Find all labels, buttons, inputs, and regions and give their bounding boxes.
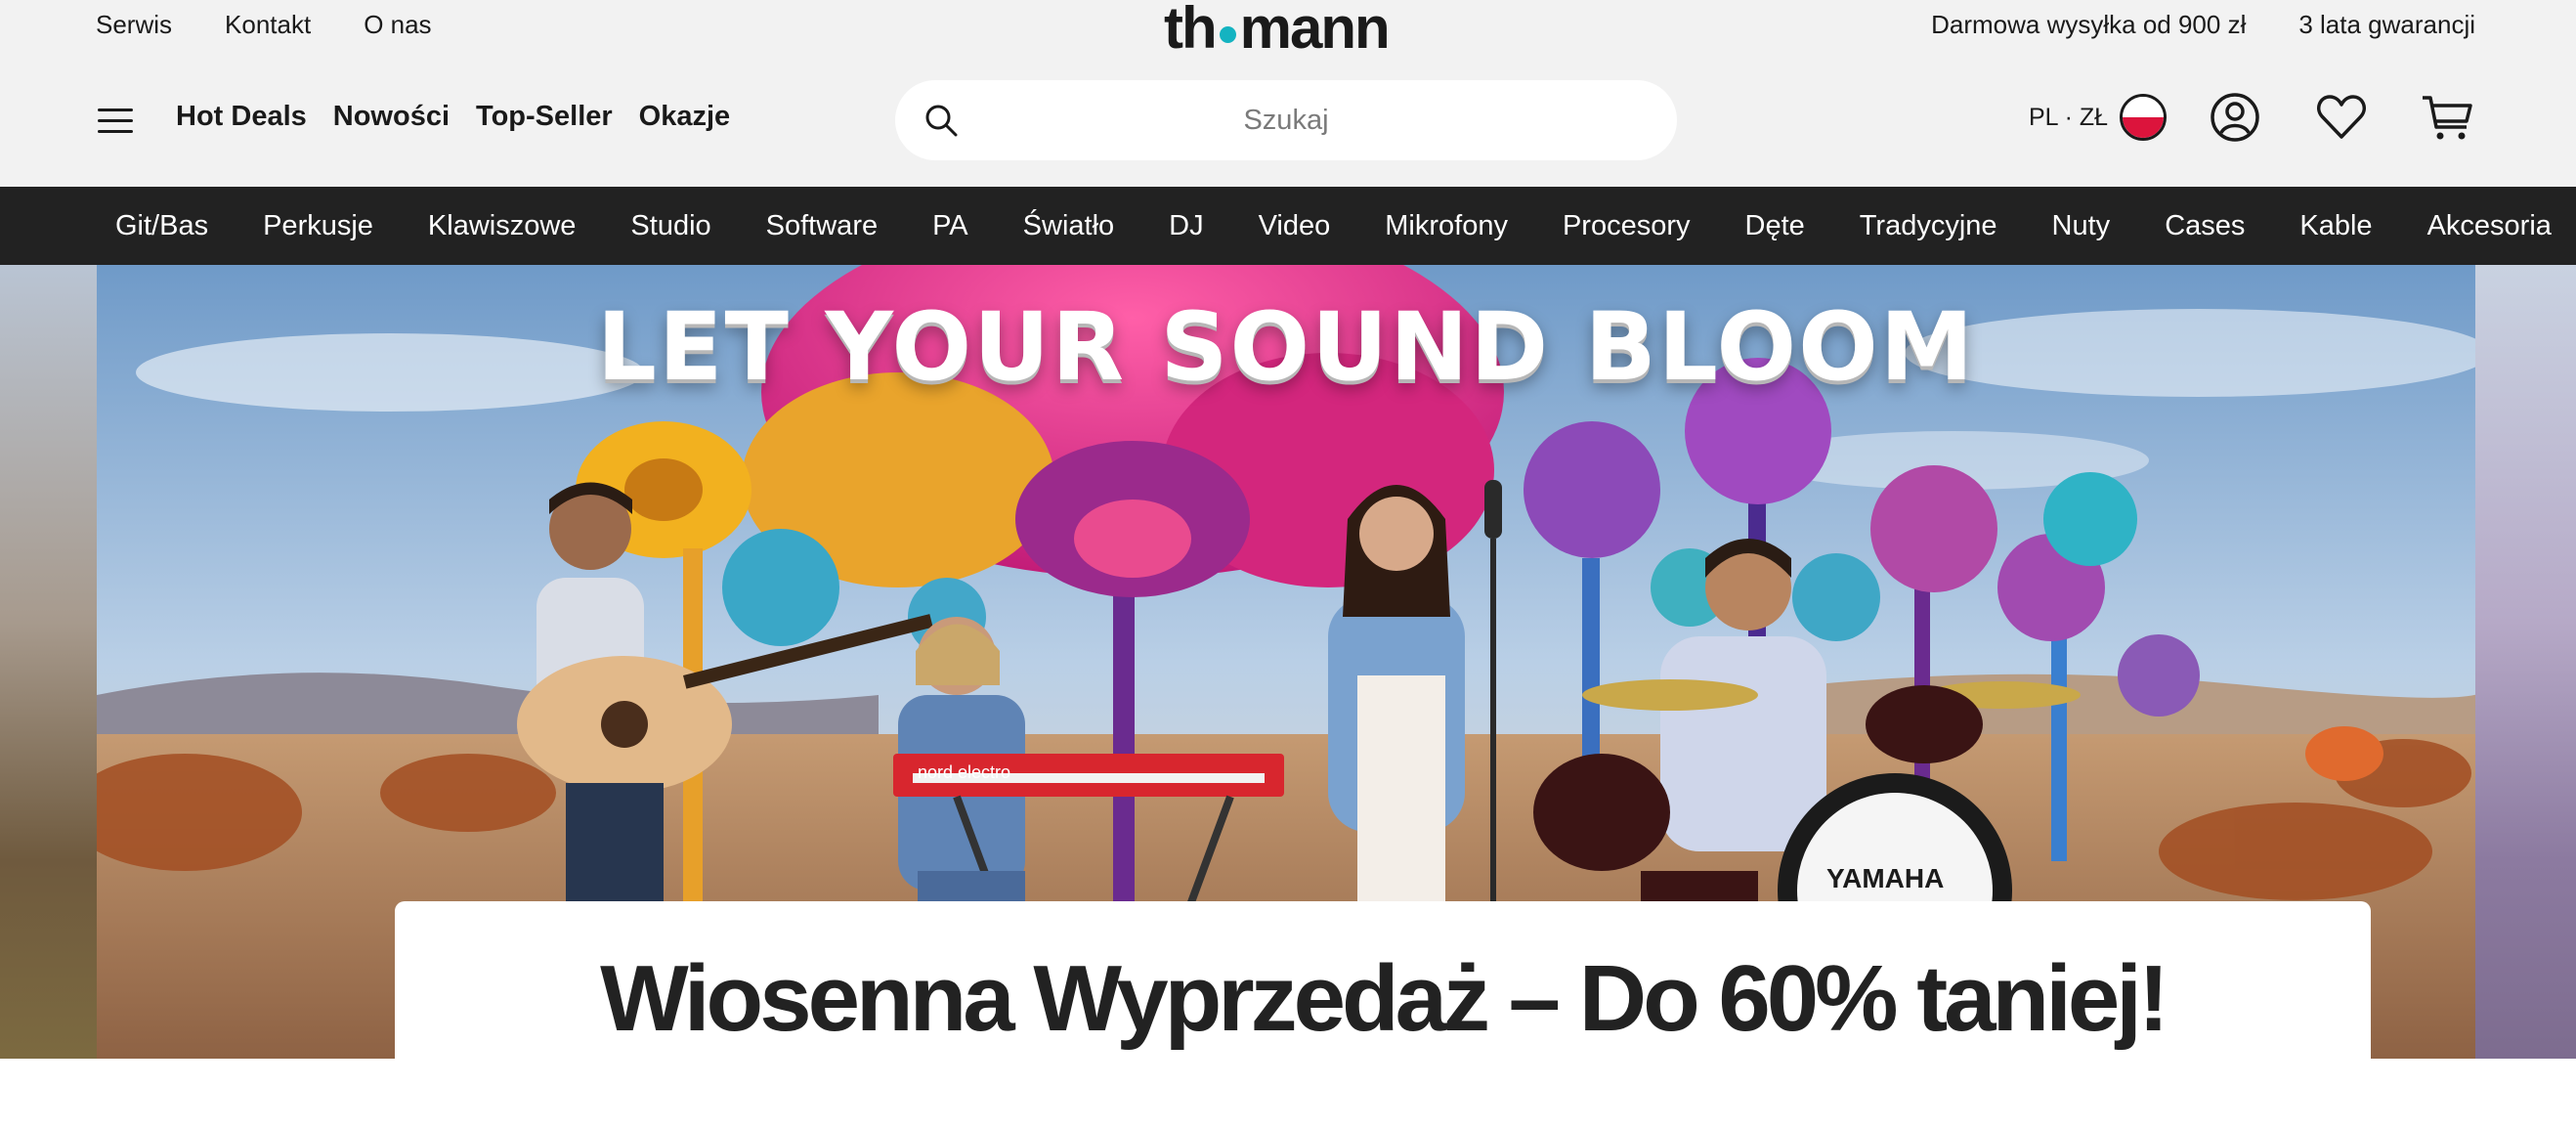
category-software[interactable]: Software (766, 210, 878, 242)
quick-nav: Hot Deals Nowości Top-Seller Okazje (176, 101, 730, 133)
keyboard-brand: nord electro (918, 762, 1010, 782)
category-keys[interactable]: Klawiszowe (428, 210, 577, 242)
category-sheet-music[interactable]: Nuty (2052, 210, 2111, 242)
service-links: Serwis Kontakt O nas (96, 10, 432, 40)
locale-selector[interactable]: PL · ZŁ (2029, 94, 2168, 141)
warranty-link[interactable]: 3 lata gwarancji (2298, 10, 2475, 40)
cart-icon[interactable] (2420, 90, 2474, 145)
logo-dot (1219, 25, 1236, 43)
account-icon[interactable] (2208, 90, 2262, 145)
locale-label: PL · ZŁ (2029, 103, 2109, 131)
about-link[interactable]: O nas (364, 10, 431, 40)
category-git-bas[interactable]: Git/Bas (115, 210, 208, 242)
category-drums[interactable]: Perkusje (263, 210, 373, 242)
category-cases[interactable]: Cases (2165, 210, 2245, 242)
promo-title: Wiosenna Wyprzedaż – Do 60% taniej! (600, 946, 2169, 1051)
nav-new[interactable]: Nowości (333, 101, 450, 133)
poland-flag-icon (2120, 94, 2168, 141)
usp-links: Darmowa wysyłka od 900 zł 3 lata gwaranc… (1931, 10, 2475, 40)
promo-card[interactable]: Wiosenna Wyprzedaż – Do 60% taniej! (395, 901, 2371, 1059)
top-utility-bar: Serwis Kontakt O nas th mann Darmowa wys… (0, 0, 2576, 61)
contact-link[interactable]: Kontakt (225, 10, 311, 40)
hero-blur-right (2475, 265, 2576, 1059)
nav-deals[interactable]: Okazje (639, 101, 731, 133)
thomann-logo[interactable]: th mann (1164, 0, 1391, 61)
category-traditional[interactable]: Tradycyjne (1860, 210, 1997, 242)
category-pa[interactable]: PA (932, 210, 968, 242)
category-dj[interactable]: DJ (1169, 210, 1203, 242)
page-bottom-area (0, 1059, 2576, 1130)
hero-banner-image[interactable]: nord electro YAMAHA LET YOUR SOUND BLOOM… (97, 265, 2475, 1059)
free-shipping-link[interactable]: Darmowa wysyłka od 900 zł (1931, 10, 2246, 40)
category-brass[interactable]: Dęte (1745, 210, 1805, 242)
category-accessories[interactable]: Akcesoria (2427, 210, 2552, 242)
category-studio[interactable]: Studio (630, 210, 710, 242)
search-bar (895, 80, 1677, 160)
logo-text-end: mann (1239, 0, 1391, 61)
hero-headline: LET YOUR SOUND BLOOM (596, 292, 1976, 402)
search-icon[interactable] (923, 102, 960, 139)
wishlist-heart-icon[interactable] (2314, 90, 2369, 145)
hero-section: nord electro YAMAHA LET YOUR SOUND BLOOM… (0, 265, 2576, 1059)
category-video[interactable]: Video (1259, 210, 1331, 242)
menu-icon[interactable] (98, 109, 133, 134)
category-nav: Git/Bas Perkusje Klawiszowe Studio Softw… (0, 187, 2576, 265)
main-header: Hot Deals Nowości Top-Seller Okazje PL ·… (0, 55, 2576, 187)
logo-text-start: th (1164, 0, 1218, 61)
category-microphones[interactable]: Mikrofony (1385, 210, 1508, 242)
category-lighting[interactable]: Światło (1023, 210, 1115, 242)
hero-blur-left (0, 265, 97, 1059)
category-cables[interactable]: Kable (2299, 210, 2372, 242)
search-input[interactable] (895, 80, 1677, 160)
service-link[interactable]: Serwis (96, 10, 172, 40)
nav-hot-deals[interactable]: Hot Deals (176, 101, 307, 133)
drum-brand: YAMAHA (1826, 863, 1944, 893)
category-processors[interactable]: Procesory (1563, 210, 1691, 242)
nav-top-seller[interactable]: Top-Seller (476, 101, 613, 133)
